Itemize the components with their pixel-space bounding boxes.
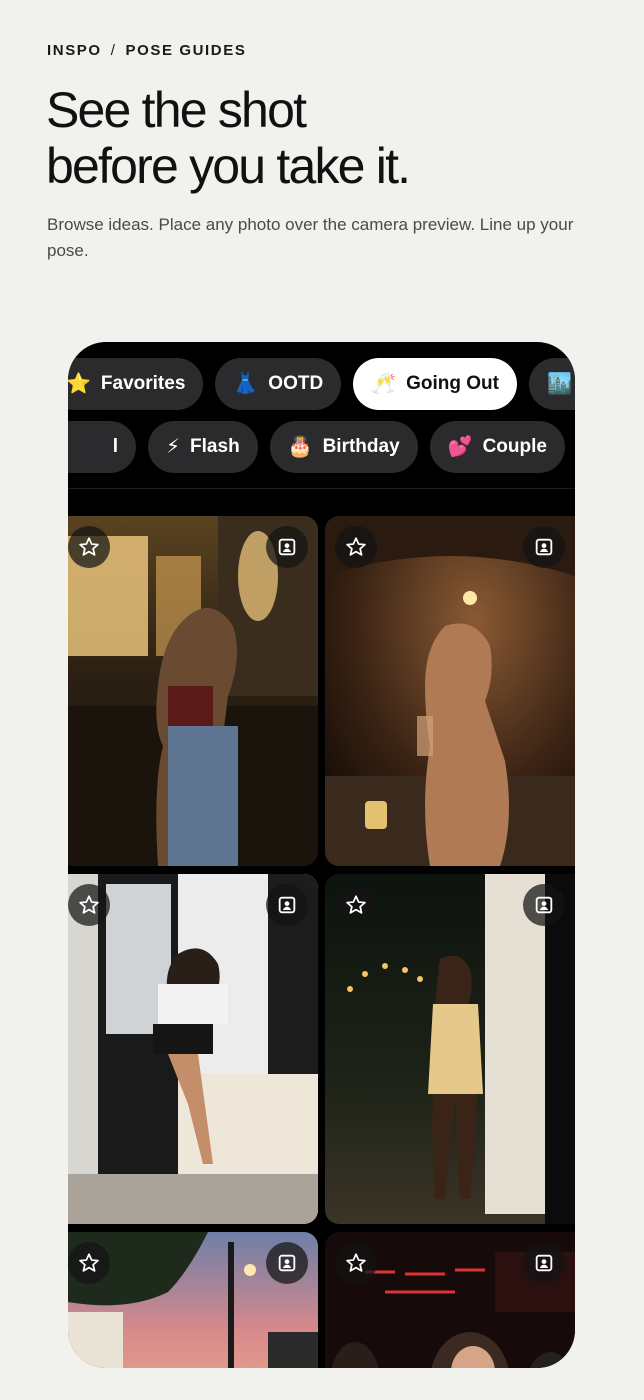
title-line-1: See the shot (46, 82, 307, 138)
phone-mockup: ⭐ Favorites 👗 OOTD 🥂 Going Out 🏙️ Ci l ⚡… (68, 342, 575, 1368)
portrait-frame-icon (535, 1254, 553, 1272)
photo-card[interactable] (68, 874, 318, 1224)
cake-emoji-icon: 🎂 (287, 436, 313, 458)
chip-birthday[interactable]: 🎂 Birthday (269, 421, 418, 473)
favorite-button[interactable] (335, 526, 377, 568)
star-icon (346, 895, 366, 914)
divider (68, 488, 575, 489)
portrait-frame-icon (278, 538, 296, 556)
chip-label: Favorites (100, 373, 186, 394)
page-subtitle: Browse ideas. Place any photo over the c… (47, 215, 574, 260)
use-as-overlay-button[interactable] (523, 1242, 565, 1284)
breadcrumb-pose-guides: POSE GUIDES (125, 42, 247, 59)
photo-card[interactable] (325, 516, 575, 866)
chip-cutoff[interactable]: l (68, 421, 136, 473)
category-row-secondary: l ⚡ Flash 🎂 Birthday 💕 Couple 👯 I (68, 421, 575, 473)
star-icon (79, 895, 99, 914)
chip-label: Flash (190, 436, 240, 457)
dress-emoji-icon: 👗 (233, 373, 259, 395)
favorite-button[interactable] (68, 1242, 110, 1284)
chip-label: l (112, 436, 118, 457)
use-as-overlay-button[interactable] (266, 1242, 308, 1284)
breadcrumb-separator: / (110, 42, 117, 59)
category-row-primary: ⭐ Favorites 👗 OOTD 🥂 Going Out 🏙️ Ci (68, 358, 575, 410)
chip-label: OOTD (268, 373, 324, 394)
chip-label: Going Out (406, 373, 499, 394)
photo-street-night (68, 516, 318, 866)
use-as-overlay-button[interactable] (266, 526, 308, 568)
favorite-button[interactable] (68, 526, 110, 568)
portrait-frame-icon (535, 538, 553, 556)
photo-card[interactable] (325, 1232, 575, 1368)
cityscape-emoji-icon: 🏙️ (546, 373, 572, 395)
favorite-button[interactable] (335, 884, 377, 926)
chip-couple[interactable]: 💕 Couple (429, 421, 565, 473)
photo-card[interactable] (68, 1232, 318, 1368)
photo-card[interactable] (325, 874, 575, 1224)
page-title: See the shot before you take it. (46, 82, 411, 194)
portrait-frame-icon (278, 896, 296, 914)
photo-card[interactable] (68, 516, 318, 866)
chip-label: Couple (482, 436, 547, 457)
chip-favorites[interactable]: ⭐ Favorites (68, 358, 204, 410)
use-as-overlay-button[interactable] (266, 884, 308, 926)
star-icon (346, 1253, 366, 1272)
chip-city[interactable]: 🏙️ Ci (528, 358, 575, 410)
photo-garden-night (325, 874, 575, 1224)
favorite-button[interactable] (68, 884, 110, 926)
lightning-emoji-icon: ⚡ (166, 436, 181, 458)
star-emoji-icon: ⭐ (68, 373, 91, 395)
portrait-frame-icon (535, 896, 553, 914)
chip-ootd[interactable]: 👗 OOTD (215, 358, 342, 410)
breadcrumb-inspo[interactable]: INSPO (47, 42, 102, 59)
cheers-emoji-icon: 🥂 (371, 373, 397, 395)
chip-going-out[interactable]: 🥂 Going Out (353, 358, 517, 410)
favorite-button[interactable] (335, 1242, 377, 1284)
use-as-overlay-button[interactable] (523, 884, 565, 926)
chip-flash[interactable]: ⚡ Flash (148, 421, 258, 473)
photo-doorway (68, 874, 318, 1224)
hearts-emoji-icon: 💕 (447, 436, 473, 458)
star-icon (79, 537, 99, 556)
breadcrumb: INSPO / POSE GUIDES (47, 42, 246, 59)
photo-restaurant (325, 516, 575, 866)
chip-label: Birthday (322, 436, 400, 457)
use-as-overlay-button[interactable] (523, 526, 565, 568)
star-icon (79, 1253, 99, 1272)
star-icon (346, 537, 366, 556)
portrait-frame-icon (278, 1254, 296, 1272)
title-line-2: before you take it. (46, 138, 411, 194)
